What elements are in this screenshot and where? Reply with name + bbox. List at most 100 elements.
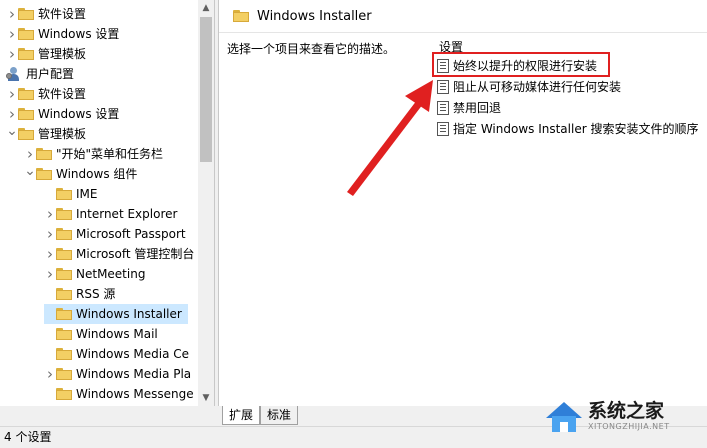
no-chevron-spacer bbox=[44, 284, 56, 304]
tree-item-label: Windows Mail bbox=[76, 327, 158, 341]
tree-item-label: Windows 组件 bbox=[56, 167, 138, 181]
tree-item[interactable]: Windows Messenge bbox=[44, 384, 194, 404]
status-text: 4 个设置 bbox=[4, 430, 52, 444]
no-chevron-spacer bbox=[44, 304, 56, 324]
tree-item[interactable]: › Windows 设置 bbox=[6, 24, 119, 44]
chevron-right-icon[interactable]: › bbox=[44, 364, 56, 384]
folder-icon bbox=[56, 188, 72, 200]
tree-item-label: Windows 设置 bbox=[38, 107, 120, 121]
tree-item-label: RSS 源 bbox=[76, 287, 116, 301]
tree-item[interactable]: IME bbox=[44, 184, 97, 204]
tree-item[interactable]: Windows Mail bbox=[44, 324, 158, 344]
chevron-right-icon[interactable]: › bbox=[6, 44, 18, 64]
folder-icon bbox=[56, 288, 72, 300]
folder-icon bbox=[18, 108, 34, 120]
tree-item[interactable]: ⌄ Windows 组件 bbox=[24, 161, 138, 184]
description-text: 选择一个项目来查看它的描述。 bbox=[227, 42, 396, 56]
policy-setting-item[interactable]: 指定 Windows Installer 搜索安装文件的顺序 bbox=[437, 119, 698, 139]
tree-item[interactable]: › 软件设置 bbox=[6, 84, 86, 104]
no-chevron-spacer bbox=[44, 344, 56, 364]
user-config-icon bbox=[6, 67, 22, 81]
folder-icon bbox=[36, 168, 52, 180]
tree-item-label: 用户配置 bbox=[26, 67, 75, 81]
tree-item[interactable]: › 管理模板 bbox=[6, 44, 86, 64]
tree-pane: › 软件设置 › Windows 设置 › 管理模板 用户配置 › 软件设置 › Windows 设… bbox=[0, 0, 215, 406]
folder-icon bbox=[56, 228, 72, 240]
folder-icon bbox=[56, 388, 72, 400]
folder-icon bbox=[36, 148, 52, 160]
tree-item-label: Windows Messenge bbox=[76, 387, 194, 401]
tree-item-label: 管理模板 bbox=[38, 127, 87, 141]
tree-item-label: Windows Media Ce bbox=[76, 347, 189, 361]
watermark-name: 系统之家 bbox=[588, 400, 665, 422]
chevron-right-icon[interactable]: › bbox=[44, 204, 56, 224]
policy-setting-item[interactable]: 阻止从可移动媒体进行任何安装 bbox=[437, 77, 621, 97]
tree-item-label: 软件设置 bbox=[38, 7, 87, 21]
details-title: Windows Installer bbox=[257, 8, 372, 24]
tree-item[interactable]: › Microsoft Passport bbox=[44, 224, 186, 244]
policy-setting-label: 禁用回退 bbox=[453, 101, 502, 115]
tree-item[interactable]: RSS 源 bbox=[44, 284, 115, 304]
folder-icon bbox=[18, 48, 34, 60]
scroll-down-arrow-icon[interactable]: ▼ bbox=[198, 390, 214, 406]
chevron-right-icon[interactable]: › bbox=[6, 4, 18, 24]
tree-item[interactable]: 用户配置 bbox=[6, 64, 74, 84]
policy-setting-label: 阻止从可移动媒体进行任何安装 bbox=[453, 80, 622, 94]
chevron-right-icon[interactable]: › bbox=[44, 224, 56, 244]
folder-icon bbox=[56, 268, 72, 280]
tree-vertical-scrollbar[interactable]: ▲ ▼ bbox=[198, 0, 214, 406]
tree-item[interactable]: Windows Media Ce bbox=[44, 344, 189, 364]
folder-icon bbox=[56, 368, 72, 380]
tree-item-label: Microsoft 管理控制台 bbox=[76, 247, 195, 261]
scroll-thumb[interactable] bbox=[200, 17, 212, 162]
tree-item[interactable]: Windows Installer bbox=[44, 304, 188, 324]
folder-icon bbox=[56, 328, 72, 340]
chevron-down-icon[interactable]: ⌄ bbox=[24, 161, 36, 181]
tree-item-label: Internet Explorer bbox=[76, 207, 178, 221]
tab-extended[interactable]: 扩展 bbox=[222, 406, 261, 425]
chevron-down-icon[interactable]: ⌄ bbox=[6, 121, 18, 141]
tree-horizontal-scrollbar[interactable] bbox=[0, 406, 214, 426]
tree-item[interactable]: › Microsoft 管理控制台 bbox=[44, 244, 194, 264]
no-chevron-spacer bbox=[44, 384, 56, 404]
tree-item-label: Windows 设置 bbox=[38, 27, 120, 41]
annotation-highlight-box bbox=[432, 52, 610, 77]
folder-icon bbox=[18, 8, 34, 20]
folder-icon bbox=[18, 88, 34, 100]
chevron-right-icon[interactable]: › bbox=[6, 84, 18, 104]
details-header: Windows Installer bbox=[219, 0, 707, 33]
tree-item-label: Windows Installer bbox=[76, 307, 182, 321]
tree-item[interactable]: › Internet Explorer bbox=[44, 204, 177, 224]
scroll-up-arrow-icon[interactable]: ▲ bbox=[198, 0, 214, 16]
tree-item-label: Microsoft Passport bbox=[76, 227, 186, 241]
no-chevron-spacer bbox=[44, 324, 56, 344]
policy-setting-label: 指定 Windows Installer 搜索安装文件的顺序 bbox=[453, 122, 699, 136]
tree-item-label: "开始"菜单和任务栏 bbox=[56, 147, 164, 161]
watermark-url: XITONGZHIJIA.NET bbox=[588, 422, 670, 431]
tree-item-label: IME bbox=[76, 187, 98, 201]
tree-item-label: 管理模板 bbox=[38, 47, 87, 61]
chevron-right-icon[interactable]: › bbox=[44, 244, 56, 264]
folder-icon bbox=[56, 208, 72, 220]
tree-item[interactable]: › 软件设置 bbox=[6, 4, 86, 24]
chevron-right-icon[interactable]: › bbox=[6, 24, 18, 44]
tree-item[interactable]: ⌄ 管理模板 bbox=[6, 121, 87, 144]
folder-icon bbox=[56, 308, 72, 320]
tree-item-label: Windows Media Pla bbox=[76, 367, 192, 381]
folder-icon bbox=[18, 28, 34, 40]
folder-icon bbox=[233, 10, 249, 22]
annotation-arrow bbox=[347, 80, 433, 196]
tree-item-label: NetMeeting bbox=[76, 267, 146, 281]
tree-item[interactable]: › Windows 设置 bbox=[6, 104, 119, 124]
folder-icon bbox=[56, 348, 72, 360]
no-chevron-spacer bbox=[44, 184, 56, 204]
details-pane: Windows Installer 选择一个项目来查看它的描述。 设置 始终以提… bbox=[218, 0, 707, 406]
tab-standard[interactable]: 标准 bbox=[260, 406, 299, 425]
tree-item[interactable]: › "开始"菜单和任务栏 bbox=[24, 144, 163, 164]
tree-item[interactable]: › NetMeeting bbox=[44, 264, 145, 284]
chevron-right-icon[interactable]: › bbox=[44, 264, 56, 284]
house-logo-icon bbox=[546, 402, 582, 432]
folder-icon bbox=[18, 128, 34, 140]
tree-item[interactable]: › Windows Media Pla bbox=[44, 364, 191, 384]
tree-item-label: 软件设置 bbox=[38, 87, 87, 101]
